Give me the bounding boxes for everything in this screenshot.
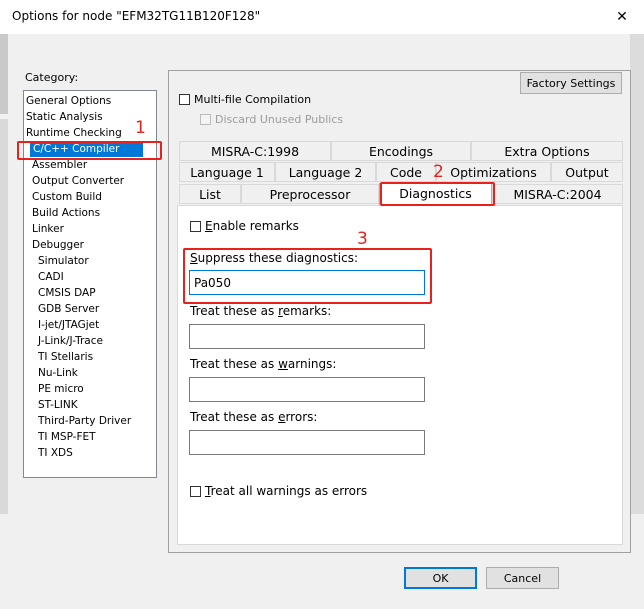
category-item[interactable]: CMSIS DAP: [38, 285, 96, 301]
window-title: Options for node "EFM32TG11B120F128": [12, 9, 261, 23]
category-item[interactable]: CADI: [38, 269, 64, 285]
category-item[interactable]: Runtime Checking: [26, 125, 122, 141]
category-item[interactable]: Custom Build: [32, 189, 102, 205]
annotation-number-1: 1: [135, 118, 146, 138]
category-item[interactable]: I-jet/JTAGjet: [38, 317, 99, 333]
close-button[interactable]: ✕: [600, 0, 644, 34]
category-item[interactable]: Static Analysis: [26, 109, 103, 125]
remarks-input[interactable]: [189, 324, 425, 349]
close-icon: ✕: [616, 9, 628, 25]
category-item[interactable]: Output Converter: [32, 173, 124, 189]
tab-encodings[interactable]: Encodings: [331, 141, 471, 161]
category-item[interactable]: Nu-Link: [38, 365, 78, 381]
errors-input[interactable]: [189, 430, 425, 455]
errors-label: Treat these as errors:: [190, 410, 318, 424]
annotation-box-2: [380, 182, 495, 206]
annotation-box-1: [17, 141, 162, 160]
category-item[interactable]: Third-Party Driver: [38, 413, 131, 429]
title-bar: Options for node "EFM32TG11B120F128" ✕: [0, 0, 644, 34]
tab-output[interactable]: Output: [551, 162, 623, 182]
tab-extra-options[interactable]: Extra Options: [471, 141, 623, 161]
tab-language-1[interactable]: Language 1: [179, 162, 275, 182]
warnings-label: Treat these as warnings:: [190, 357, 337, 371]
remarks-label: Treat these as remarks:: [190, 304, 332, 318]
factory-settings-button[interactable]: Factory Settings: [520, 72, 622, 94]
background-edge-right: [630, 34, 644, 514]
background-edge-left-lower: [0, 119, 8, 514]
treat-all-warnings-checkbox[interactable]: [190, 486, 201, 497]
discard-unused-label: Discard Unused Publics: [215, 113, 344, 126]
category-item[interactable]: TI Stellaris: [38, 349, 93, 365]
enable-remarks-checkbox[interactable]: [190, 221, 201, 232]
category-item[interactable]: Linker: [32, 221, 64, 237]
annotation-box-3: [183, 248, 432, 304]
tab-optimizations[interactable]: Optimizations: [436, 162, 551, 182]
treat-all-warnings-label: Treat all warnings as errors: [205, 484, 368, 498]
category-item[interactable]: ST-LINK: [38, 397, 78, 413]
enable-remarks-label: Enable remarks: [205, 219, 299, 233]
multi-file-label: Multi-file Compilation: [194, 93, 312, 106]
category-label: Category:: [25, 71, 79, 84]
category-item[interactable]: J-Link/J-Trace: [38, 333, 103, 349]
tab-language-2[interactable]: Language 2: [275, 162, 376, 182]
category-item[interactable]: TI XDS: [38, 445, 73, 461]
tab-code[interactable]: Code: [376, 162, 436, 182]
tab-misra-c-2004[interactable]: MISRA-C:2004: [492, 184, 623, 204]
category-item[interactable]: General Options: [26, 93, 111, 109]
category-item[interactable]: Build Actions: [32, 205, 100, 221]
category-item[interactable]: GDB Server: [38, 301, 99, 317]
discard-unused-checkbox: [200, 114, 211, 125]
category-item[interactable]: Simulator: [38, 253, 89, 269]
tab-list[interactable]: List: [179, 184, 241, 204]
tab-preprocessor[interactable]: Preprocessor: [241, 184, 379, 204]
ok-button[interactable]: OK: [404, 567, 477, 589]
cancel-button[interactable]: Cancel: [486, 567, 559, 589]
category-item[interactable]: TI MSP-FET: [38, 429, 96, 445]
tab-misra-c-1998[interactable]: MISRA-C:1998: [179, 141, 331, 161]
warnings-input[interactable]: [189, 377, 425, 402]
annotation-number-3: 3: [357, 229, 368, 249]
category-item[interactable]: PE micro: [38, 381, 84, 397]
background-edge-left: [0, 34, 8, 114]
multi-file-checkbox[interactable]: [179, 94, 190, 105]
category-item[interactable]: Debugger: [32, 237, 84, 253]
annotation-number-2: 2: [433, 162, 444, 182]
